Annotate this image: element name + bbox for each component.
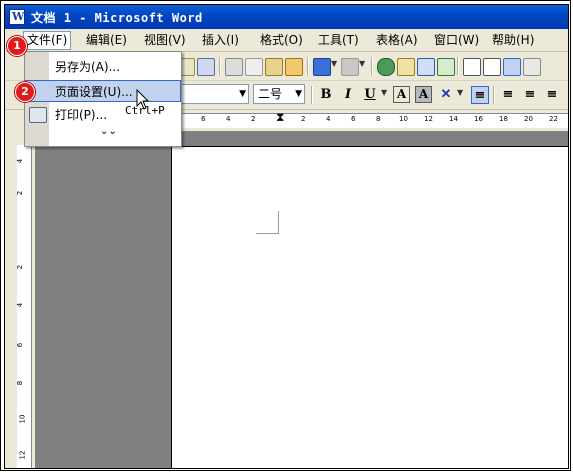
ruler-tick: 12 <box>424 115 433 123</box>
window-title: 文档 1 - Microsoft Word <box>31 11 203 25</box>
cut-icon[interactable] <box>225 58 243 76</box>
redo-icon[interactable] <box>341 58 359 76</box>
menu-bar: 文件(F) 编辑(E) 视图(V) 插入(I) 格式(O) 工具(T) 表格(A… <box>5 29 568 52</box>
italic-button[interactable]: I <box>339 86 357 104</box>
title-bar: 文档 1 - Microsoft Word <box>5 5 568 29</box>
ruler-tick: 2 <box>301 115 306 123</box>
margin-corner-mark <box>256 211 279 234</box>
research-icon[interactable] <box>197 58 215 76</box>
ruler-tick: 2 <box>16 190 25 196</box>
font-name-combo[interactable]: ▼ <box>177 84 249 104</box>
drawing-icon[interactable] <box>483 58 501 76</box>
undo-icon[interactable] <box>313 58 331 76</box>
ruler-text-area <box>173 113 568 128</box>
mouse-pointer-icon <box>136 89 150 110</box>
underline-button[interactable]: U <box>361 86 379 104</box>
align-left-button[interactable]: ≡ <box>471 86 489 104</box>
word-app-icon[interactable] <box>9 9 25 25</box>
ruler-tick: 14 <box>449 115 458 123</box>
toolbar-separator <box>371 57 373 75</box>
menu-item-label: 打印(P)... <box>55 108 108 122</box>
ruler-tick: 16 <box>474 115 483 123</box>
ruler-tick: 4 <box>226 115 231 123</box>
ruler-tick: 12 <box>18 450 27 460</box>
font-size-combo[interactable]: 二号 ▼ <box>253 84 305 104</box>
indent-marker-icon[interactable]: ⧗ <box>276 110 284 125</box>
menu-window[interactable]: 窗口(W) <box>431 32 482 49</box>
character-border-button[interactable]: A <box>393 86 410 103</box>
copy-icon[interactable] <box>245 58 263 76</box>
menu-item-save-as[interactable]: 另存为(A)... <box>25 56 181 78</box>
chevron-down-icon: ▼ <box>239 89 246 99</box>
file-menu-dropdown: 另存为(A)... 页面设置(U)... 打印(P)... Ctrl+P ⌄⌄ <box>24 51 182 147</box>
menu-help[interactable]: 帮助(H) <box>489 32 537 49</box>
document-page[interactable] <box>171 146 568 468</box>
menu-item-label: 另存为(A)... <box>55 60 121 74</box>
ruler-tick: 18 <box>499 115 508 123</box>
toolbar-separator <box>457 57 459 75</box>
bold-button[interactable]: B <box>317 86 335 104</box>
show-hide-icon[interactable] <box>523 58 541 76</box>
menu-tools[interactable]: 工具(T) <box>315 32 362 49</box>
ruler-tick: 6 <box>351 115 356 123</box>
ruler-tick: 22 <box>549 115 558 123</box>
align-center-icon[interactable]: ≡ <box>499 86 517 104</box>
character-scaling-icon[interactable]: ✕ <box>437 86 455 104</box>
character-shading-button[interactable]: A <box>415 86 432 103</box>
insert-table-icon[interactable] <box>417 58 435 76</box>
toolbar-separator <box>219 57 221 75</box>
toolbar-separator <box>311 86 313 104</box>
justify-icon[interactable]: ≡ <box>543 86 561 104</box>
align-right-icon[interactable]: ≡ <box>521 86 539 104</box>
redo-dropdown-icon[interactable]: ▼ <box>359 59 365 68</box>
document-map-icon[interactable] <box>503 58 521 76</box>
ruler-tick: 8 <box>16 380 25 386</box>
menu-table[interactable]: 表格(A) <box>373 32 421 49</box>
menu-file[interactable]: 文件(F) <box>23 31 72 50</box>
word-window: 文档 1 - Microsoft Word 文件(F) 编辑(E) 视图(V) … <box>4 4 569 469</box>
ruler-tick: 4 <box>326 115 331 123</box>
menu-item-page-setup[interactable]: 页面设置(U)... <box>25 80 181 102</box>
hyperlink-icon[interactable] <box>377 58 395 76</box>
paste-icon[interactable] <box>265 58 283 76</box>
ruler-tick: 2 <box>251 115 256 123</box>
toolbar-separator <box>307 57 309 75</box>
underline-dropdown-icon[interactable]: ▼ <box>381 88 387 97</box>
menu-item-label: 页面设置(U)... <box>55 85 133 99</box>
chevron-down-icon: ▼ <box>295 89 302 99</box>
format-painter-icon[interactable] <box>285 58 303 76</box>
ruler-tick: 20 <box>524 115 533 123</box>
menu-item-print[interactable]: 打印(P)... Ctrl+P <box>25 104 181 126</box>
ruler-tick: 6 <box>16 342 25 348</box>
ruler-tick: 10 <box>18 414 27 424</box>
vertical-ruler[interactable]: 4 2 2 4 6 8 10 12 <box>16 145 32 468</box>
menu-format[interactable]: 格式(O) <box>257 32 306 49</box>
scaling-dropdown-icon[interactable]: ▼ <box>457 88 463 97</box>
menu-insert[interactable]: 插入(I) <box>199 32 242 49</box>
ruler-tick: 2 <box>16 264 25 270</box>
step-badge-1: 1 <box>7 36 27 56</box>
tables-borders-icon[interactable] <box>397 58 415 76</box>
toolbar-separator <box>493 86 495 104</box>
columns-icon[interactable] <box>463 58 481 76</box>
printer-icon <box>29 107 47 123</box>
undo-dropdown-icon[interactable]: ▼ <box>331 59 337 68</box>
ruler-tick: 4 <box>16 302 25 308</box>
ruler-tick: 4 <box>16 158 25 164</box>
menu-view[interactable]: 视图(V) <box>141 32 189 49</box>
ruler-tick: 6 <box>201 115 206 123</box>
ruler-tick: 8 <box>376 115 381 123</box>
font-size-value: 二号 <box>258 87 283 101</box>
ruler-tick: 10 <box>399 115 408 123</box>
expand-menu-chevron-icon[interactable]: ⌄⌄ <box>100 126 117 137</box>
menu-edit[interactable]: 编辑(E) <box>83 32 130 49</box>
insert-excel-icon[interactable] <box>437 58 455 76</box>
step-badge-2: 2 <box>15 82 35 102</box>
